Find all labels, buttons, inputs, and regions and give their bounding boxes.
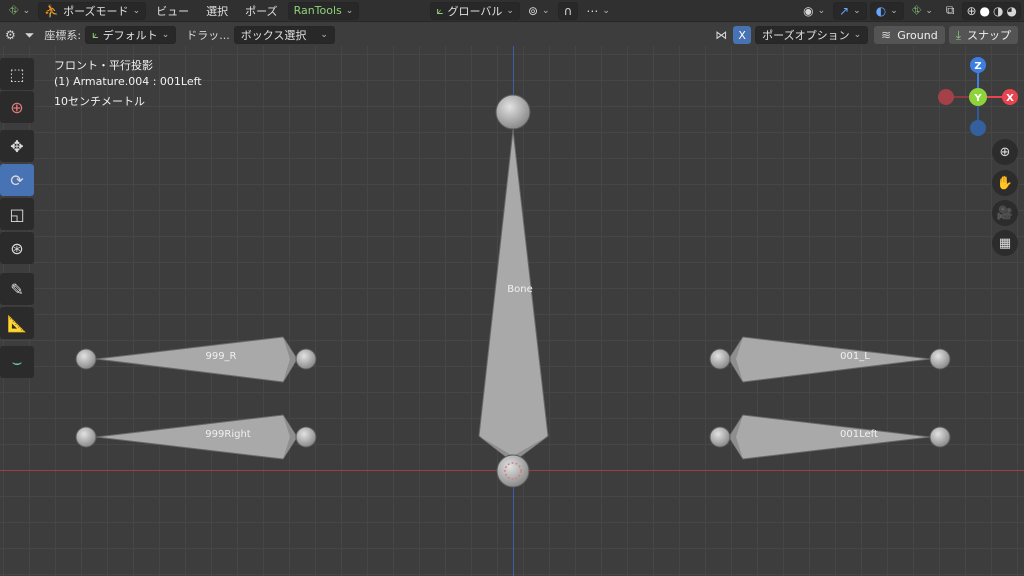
bone-001-left-shape[interactable] <box>728 414 931 460</box>
bone-999-r-label: 999_R <box>205 351 236 362</box>
bone-001-left-head-joint[interactable] <box>709 426 731 448</box>
bone-001-l-label: 001_L <box>840 351 870 362</box>
gizmo-x-label: X <box>1006 93 1014 104</box>
navigation-gizmo[interactable]: Z X Y <box>938 57 1018 136</box>
bone-001-l-tail-joint[interactable] <box>929 348 951 370</box>
gizmo-neg-z-handle[interactable] <box>970 120 986 136</box>
bone-999-r-head-joint[interactable] <box>295 348 317 370</box>
bone-999-right-shape[interactable] <box>95 414 298 460</box>
armature-drawing: Bone 999_R 999Right 001_L 001Left Z X Y <box>75 57 1018 488</box>
bone-001-left[interactable]: 001Left <box>709 414 951 460</box>
bone-999-r[interactable]: 999_R <box>75 336 317 383</box>
bone-999-r-tail-joint[interactable] <box>75 348 97 370</box>
bone-center-head-joint[interactable] <box>496 454 530 488</box>
bone-001-left-tail-joint[interactable] <box>929 426 951 448</box>
bone-001-l-head-joint[interactable] <box>709 348 731 370</box>
bone-center[interactable]: Bone <box>478 94 549 488</box>
bone-999-right-tail-joint[interactable] <box>75 426 97 448</box>
bone-999-r-shape[interactable] <box>95 336 298 383</box>
bone-001-left-label: 001Left <box>840 429 878 440</box>
gizmo-y-label: Y <box>973 93 982 104</box>
bone-001-l[interactable]: 001_L <box>709 336 951 383</box>
bone-center-label: Bone <box>507 284 532 295</box>
bone-999-right-head-joint[interactable] <box>295 426 317 448</box>
gizmo-z-label: Z <box>974 61 981 72</box>
gizmo-neg-x-handle[interactable] <box>938 89 954 105</box>
bone-999-right-label: 999Right <box>205 429 250 440</box>
bone-001-l-shape[interactable] <box>728 336 931 383</box>
bone-center-tail-joint[interactable] <box>495 94 531 130</box>
bone-999-right[interactable]: 999Right <box>75 414 317 460</box>
bone-center-shape[interactable] <box>478 129 549 463</box>
